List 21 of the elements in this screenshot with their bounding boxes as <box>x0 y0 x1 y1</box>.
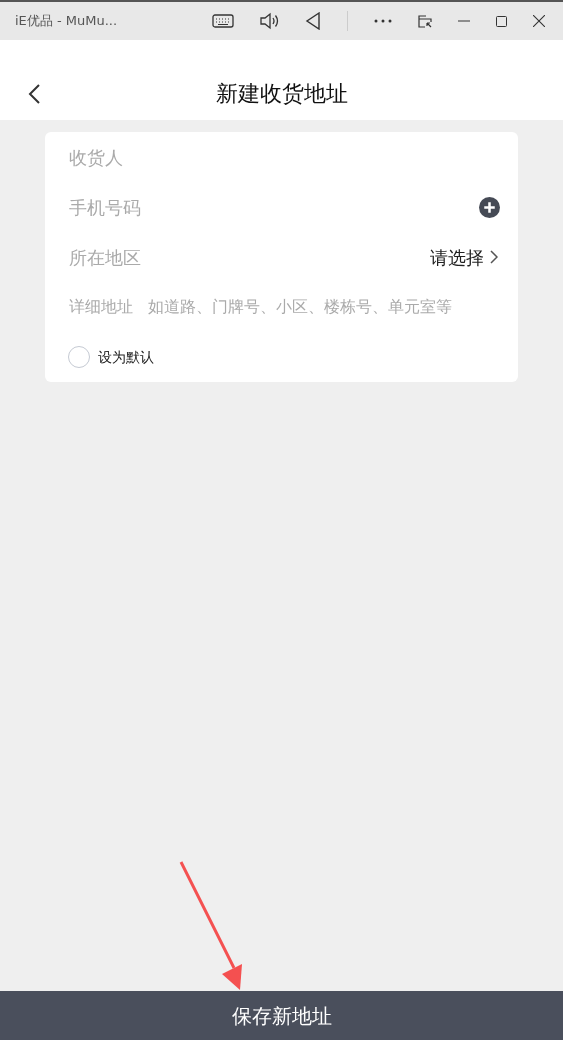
window-title: iE优品 - MuMu... <box>15 12 119 31</box>
detail-address-field[interactable]: 如道路、门牌号、小区、楼栋号、单元室等 <box>148 295 498 319</box>
more-icon[interactable] <box>374 19 392 23</box>
add-icon[interactable] <box>479 196 500 218</box>
phone-field[interactable]: 手机号码 <box>69 193 479 221</box>
maximize-icon[interactable] <box>496 15 507 27</box>
back-triangle-icon[interactable] <box>305 12 321 30</box>
detail-address-label: 详细地址 <box>69 296 133 318</box>
region-select[interactable]: 请选择 <box>430 243 498 271</box>
page-title: 新建收货地址 <box>215 80 348 108</box>
name-field[interactable]: 收货人 <box>69 143 498 171</box>
window-cursor-icon[interactable] <box>418 14 432 28</box>
chevron-right-icon <box>490 250 498 264</box>
default-radio[interactable] <box>68 346 90 368</box>
close-icon[interactable] <box>533 15 545 27</box>
default-label: 设为默认 <box>98 347 154 367</box>
volume-icon[interactable] <box>260 12 279 30</box>
save-button[interactable]: 保存新地址 <box>0 991 563 1040</box>
region-label: 所在地区 <box>69 245 142 270</box>
keyboard-icon[interactable] <box>212 14 234 28</box>
back-icon[interactable] <box>28 84 40 104</box>
